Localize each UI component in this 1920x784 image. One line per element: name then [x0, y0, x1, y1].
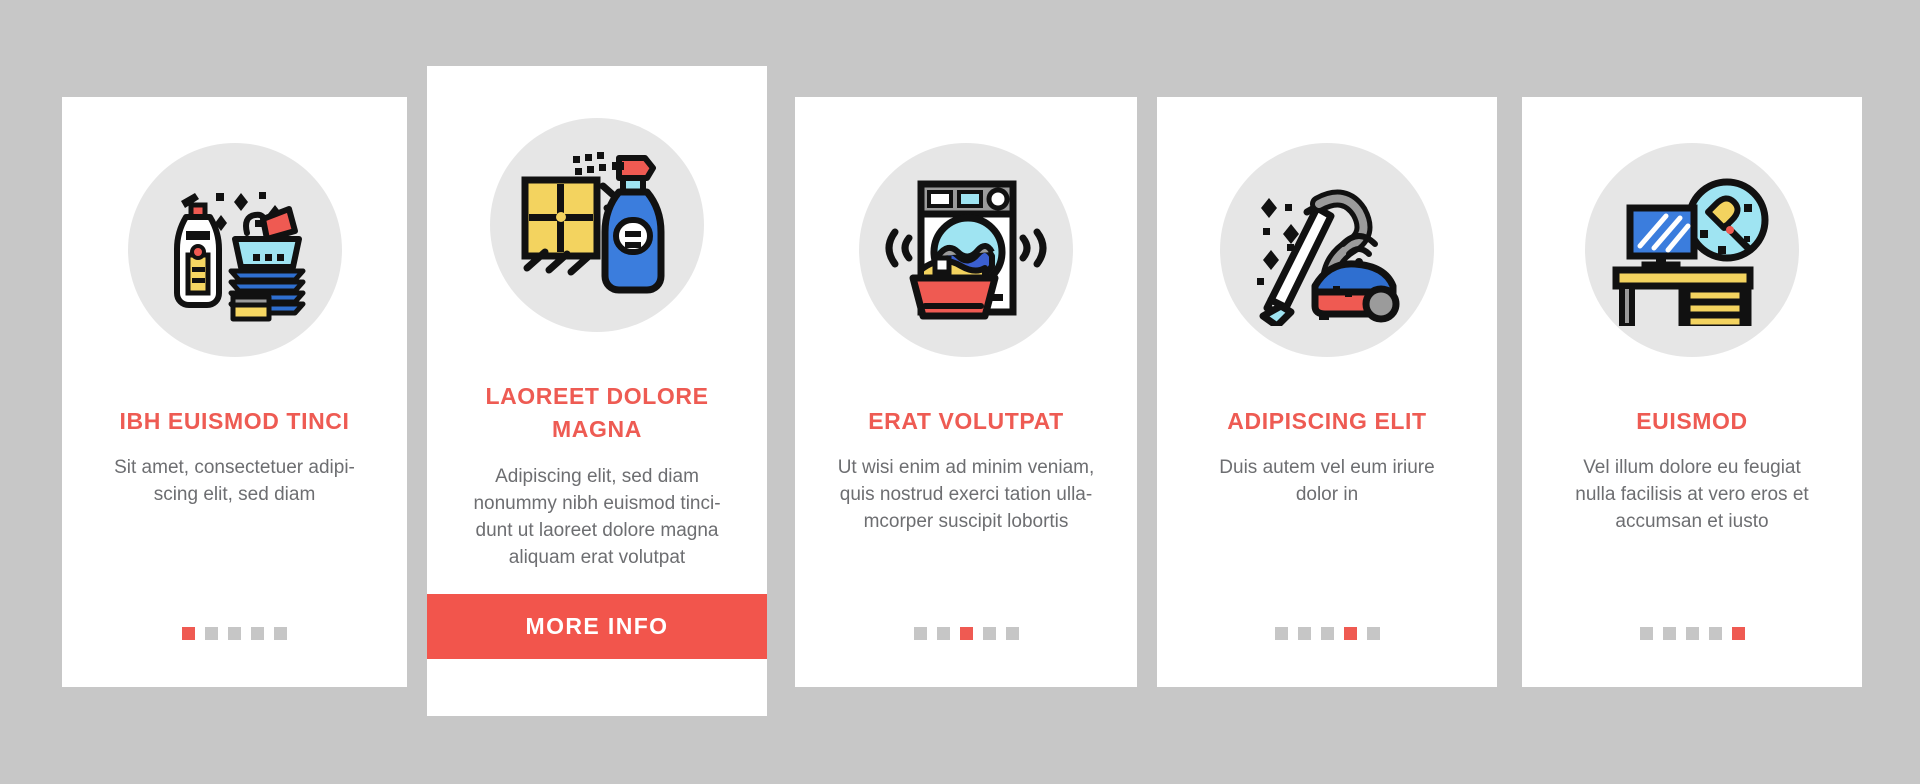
onboarding-card-5[interactable]: EUISMOD Vel illum dolore eu feugiat null… — [1522, 97, 1862, 687]
icon-disc — [1220, 143, 1434, 357]
pagination-dot[interactable] — [1366, 627, 1380, 640]
onboarding-card-1[interactable]: IBH EUISMOD TINCI Sit amet, consectetuer… — [62, 97, 407, 687]
pagination-dot[interactable] — [1005, 627, 1019, 640]
icon-disc — [859, 143, 1073, 357]
pagination-dot[interactable] — [913, 627, 927, 640]
card-title: IBH EUISMOD TINCI — [119, 408, 350, 434]
pagination-dot[interactable] — [1708, 627, 1722, 640]
pagination-dot[interactable] — [982, 627, 996, 640]
pagination-dot[interactable] — [1297, 627, 1311, 640]
card-body-text: Sit amet, consectetuer adipi- scing elit… — [114, 457, 355, 506]
pagination-dots-card-3[interactable] — [913, 627, 1019, 640]
icon-disc — [127, 143, 342, 357]
dish-soap-and-clean-dishes-icon — [155, 175, 315, 325]
card-3-icon-area — [795, 143, 1137, 357]
pagination-dot[interactable] — [959, 627, 973, 640]
card-4-icon-area — [1157, 143, 1497, 357]
pagination-dot[interactable] — [1639, 627, 1653, 640]
card-2-icon-area — [427, 118, 767, 332]
onboarding-card-3[interactable]: ERAT VOLUTPAT Ut wisi enim ad minim veni… — [795, 97, 1137, 687]
card-body-text: Duis autem vel eum iriure dolor in — [1219, 457, 1435, 506]
pagination-dot[interactable] — [205, 627, 218, 640]
pagination-dot[interactable] — [1731, 627, 1745, 640]
card-title: EUISMOD — [1636, 408, 1748, 434]
icon-disc — [490, 118, 704, 332]
onboarding-card-4[interactable]: ADIPISCING ELIT Duis autem vel eum iriur… — [1157, 97, 1497, 687]
pagination-dots-card-5[interactable] — [1639, 627, 1745, 640]
pagination-dot[interactable] — [936, 627, 950, 640]
washing-machine-laundry-icon — [885, 174, 1047, 326]
card-body-text: Ut wisi enim ad minim veniam, quis nostr… — [837, 457, 1095, 533]
card-1-icon-area — [62, 143, 407, 357]
icon-disc — [1585, 143, 1799, 357]
card-title: ERAT VOLUTPAT — [868, 408, 1064, 434]
card-body-text: Adipiscing elit, sed diam nonummy nibh e… — [473, 465, 721, 568]
pagination-dot[interactable] — [228, 627, 241, 640]
pagination-dot[interactable] — [1662, 627, 1676, 640]
card-5-icon-area — [1522, 143, 1862, 357]
pagination-dots-card-4[interactable] — [1274, 627, 1380, 640]
card-body-text: Vel illum dolore eu feugiat nulla facili… — [1575, 457, 1809, 533]
pagination-dot[interactable] — [182, 627, 195, 640]
window-spray-cleaner-icon — [515, 146, 680, 304]
pagination-dots-card-1[interactable] — [182, 627, 287, 640]
pagination-dot[interactable] — [251, 627, 264, 640]
card-title: LAOREET DOLORE MAGNA — [485, 383, 709, 443]
more-info-button[interactable]: MORE INFO — [427, 594, 767, 659]
vacuum-cleaner-icon — [1245, 174, 1409, 326]
onboarding-card-2[interactable]: LAOREET DOLORE MAGNA Adipiscing elit, se… — [427, 66, 767, 716]
onboarding-screens-stage: IBH EUISMOD TINCI Sit amet, consectetuer… — [0, 0, 1920, 784]
pagination-dot[interactable] — [1274, 627, 1288, 640]
pagination-dot[interactable] — [1320, 627, 1334, 640]
card-title: ADIPISCING ELIT — [1227, 408, 1427, 434]
desk-dusting-icon — [1610, 174, 1774, 326]
pagination-dot[interactable] — [274, 627, 287, 640]
pagination-dot[interactable] — [1685, 627, 1699, 640]
pagination-dot[interactable] — [1343, 627, 1357, 640]
